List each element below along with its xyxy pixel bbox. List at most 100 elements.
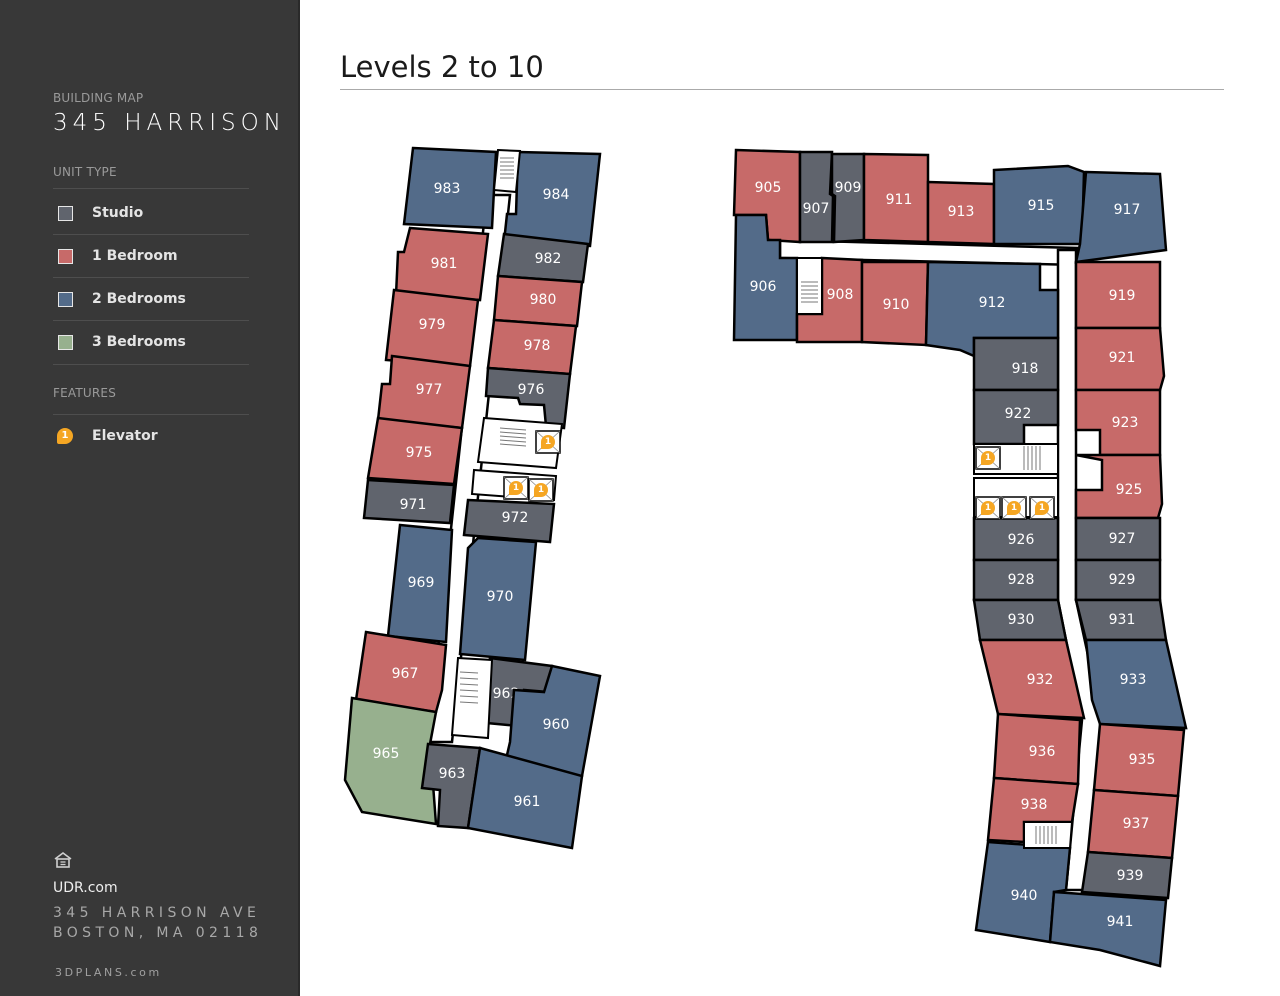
unit-number: 965 [373, 746, 400, 762]
unit-number: 912 [979, 295, 1006, 311]
unit-935[interactable]: 935 [1092, 722, 1186, 798]
unit-983[interactable]: 983 [402, 146, 498, 230]
unit-926[interactable]: 926 [972, 516, 1060, 562]
unit-929[interactable]: 929 [1074, 558, 1162, 602]
unit-921[interactable]: 921 [1074, 326, 1166, 392]
unit-number: 983 [434, 181, 461, 197]
unit-shape[interactable] [830, 152, 866, 244]
svg-text:1: 1 [545, 437, 551, 447]
unit-913[interactable]: 913 [926, 180, 996, 246]
unit-number: 909 [835, 180, 862, 196]
unit-975[interactable]: 975 [366, 416, 464, 486]
unit-979[interactable]: 979 [384, 288, 480, 368]
unit-917[interactable]: 917 [1074, 170, 1168, 264]
unit-number: 923 [1112, 415, 1139, 431]
unit-918[interactable]: 918 [972, 336, 1060, 392]
unit-978[interactable]: 978 [486, 318, 578, 376]
unit-910[interactable]: 910 [860, 260, 930, 347]
unit-number: 977 [416, 382, 443, 398]
unit-932[interactable]: 932 [978, 638, 1086, 720]
elevator-icon: 1 [1029, 496, 1055, 520]
unit-941[interactable]: 941 [1048, 890, 1168, 968]
unit-number: 967 [392, 666, 419, 682]
unit-965[interactable]: 965 [343, 696, 438, 826]
unit-922[interactable]: 922 [972, 388, 1060, 446]
unit-970[interactable]: 970 [458, 536, 538, 662]
unit-number: 940 [1011, 888, 1038, 904]
unit-number: 906 [750, 279, 777, 295]
elevators-layer: 1 1 1 1 1 1 1 [503, 430, 1055, 520]
unit-909[interactable]: 909 [830, 152, 866, 244]
unit-927[interactable]: 927 [1074, 516, 1162, 562]
unit-933[interactable]: 933 [1084, 638, 1188, 730]
unit-982[interactable]: 982 [496, 232, 590, 284]
unit-number: 936 [1029, 744, 1056, 760]
unit-number: 939 [1117, 868, 1144, 884]
stair-core [492, 148, 522, 194]
unit-number: 935 [1129, 752, 1156, 768]
elevator-icon: 1 [1001, 496, 1027, 520]
unit-937[interactable]: 937 [1086, 788, 1180, 860]
unit-number: 969 [408, 575, 435, 591]
unit-925[interactable]: 925 [1074, 453, 1164, 520]
elevator-icon: 1 [975, 446, 1001, 470]
unit-number: 937 [1123, 816, 1150, 832]
unit-981[interactable]: 981 [394, 226, 490, 302]
unit-number: 984 [543, 187, 570, 203]
unit-number: 917 [1114, 202, 1141, 218]
unit-number: 976 [518, 382, 545, 398]
svg-text:1: 1 [1039, 503, 1045, 513]
unit-923[interactable]: 923 [1074, 388, 1162, 457]
unit-907[interactable]: 907 [798, 150, 835, 244]
unit-number: 978 [524, 338, 551, 354]
unit-939[interactable]: 939 [1080, 850, 1174, 900]
unit-911[interactable]: 911 [862, 152, 930, 244]
unit-number: 907 [803, 201, 830, 217]
unit-number: 970 [487, 589, 514, 605]
unit-969[interactable]: 969 [386, 523, 454, 644]
unit-number: 930 [1008, 612, 1035, 628]
unit-number: 971 [400, 497, 427, 513]
svg-text:1: 1 [1011, 503, 1017, 513]
unit-number: 910 [883, 297, 910, 313]
unit-number: 979 [419, 317, 446, 333]
unit-number: 915 [1028, 198, 1055, 214]
unit-number: 929 [1109, 572, 1136, 588]
unit-980[interactable]: 980 [492, 274, 584, 328]
elevator-icon: 1 [503, 476, 529, 500]
unit-number: 921 [1109, 350, 1136, 366]
unit-930[interactable]: 930 [972, 598, 1068, 642]
unit-number: 918 [1012, 361, 1039, 377]
unit-931[interactable]: 931 [1074, 598, 1168, 642]
svg-text:1: 1 [985, 503, 991, 513]
unit-number: 960 [543, 717, 570, 733]
svg-text:1: 1 [538, 485, 544, 495]
unit-971[interactable]: 971 [362, 478, 456, 525]
elevator-icon: 1 [535, 430, 561, 454]
elevator-icon: 1 [528, 478, 554, 502]
unit-number: 908 [827, 287, 854, 303]
unit-number: 928 [1008, 572, 1035, 588]
unit-number: 975 [406, 445, 433, 461]
stair-core [450, 656, 494, 740]
unit-919[interactable]: 919 [1074, 260, 1162, 330]
unit-shape[interactable] [798, 150, 835, 244]
svg-text:1: 1 [513, 483, 519, 493]
unit-number: 938 [1021, 797, 1048, 813]
unit-915[interactable]: 915 [992, 164, 1086, 246]
unit-number: 931 [1109, 612, 1136, 628]
unit-977[interactable]: 977 [376, 354, 472, 430]
unit-number: 932 [1027, 672, 1054, 688]
floor-plan-map: 983 984 981 982 980 979 978 977 976 975 971 972 969 9… [343, 146, 1188, 968]
unit-928[interactable]: 928 [972, 558, 1060, 602]
unit-number: 972 [502, 510, 529, 526]
unit-number: 933 [1120, 672, 1147, 688]
unit-number: 922 [1005, 406, 1032, 422]
unit-number: 925 [1116, 482, 1143, 498]
unit-936[interactable]: 936 [992, 712, 1082, 786]
elevator-icon: 1 [975, 496, 1001, 520]
unit-number: 981 [431, 256, 458, 272]
unit-972[interactable]: 972 [462, 498, 556, 544]
unit-number: 982 [535, 251, 562, 267]
unit-number: 926 [1008, 532, 1035, 548]
